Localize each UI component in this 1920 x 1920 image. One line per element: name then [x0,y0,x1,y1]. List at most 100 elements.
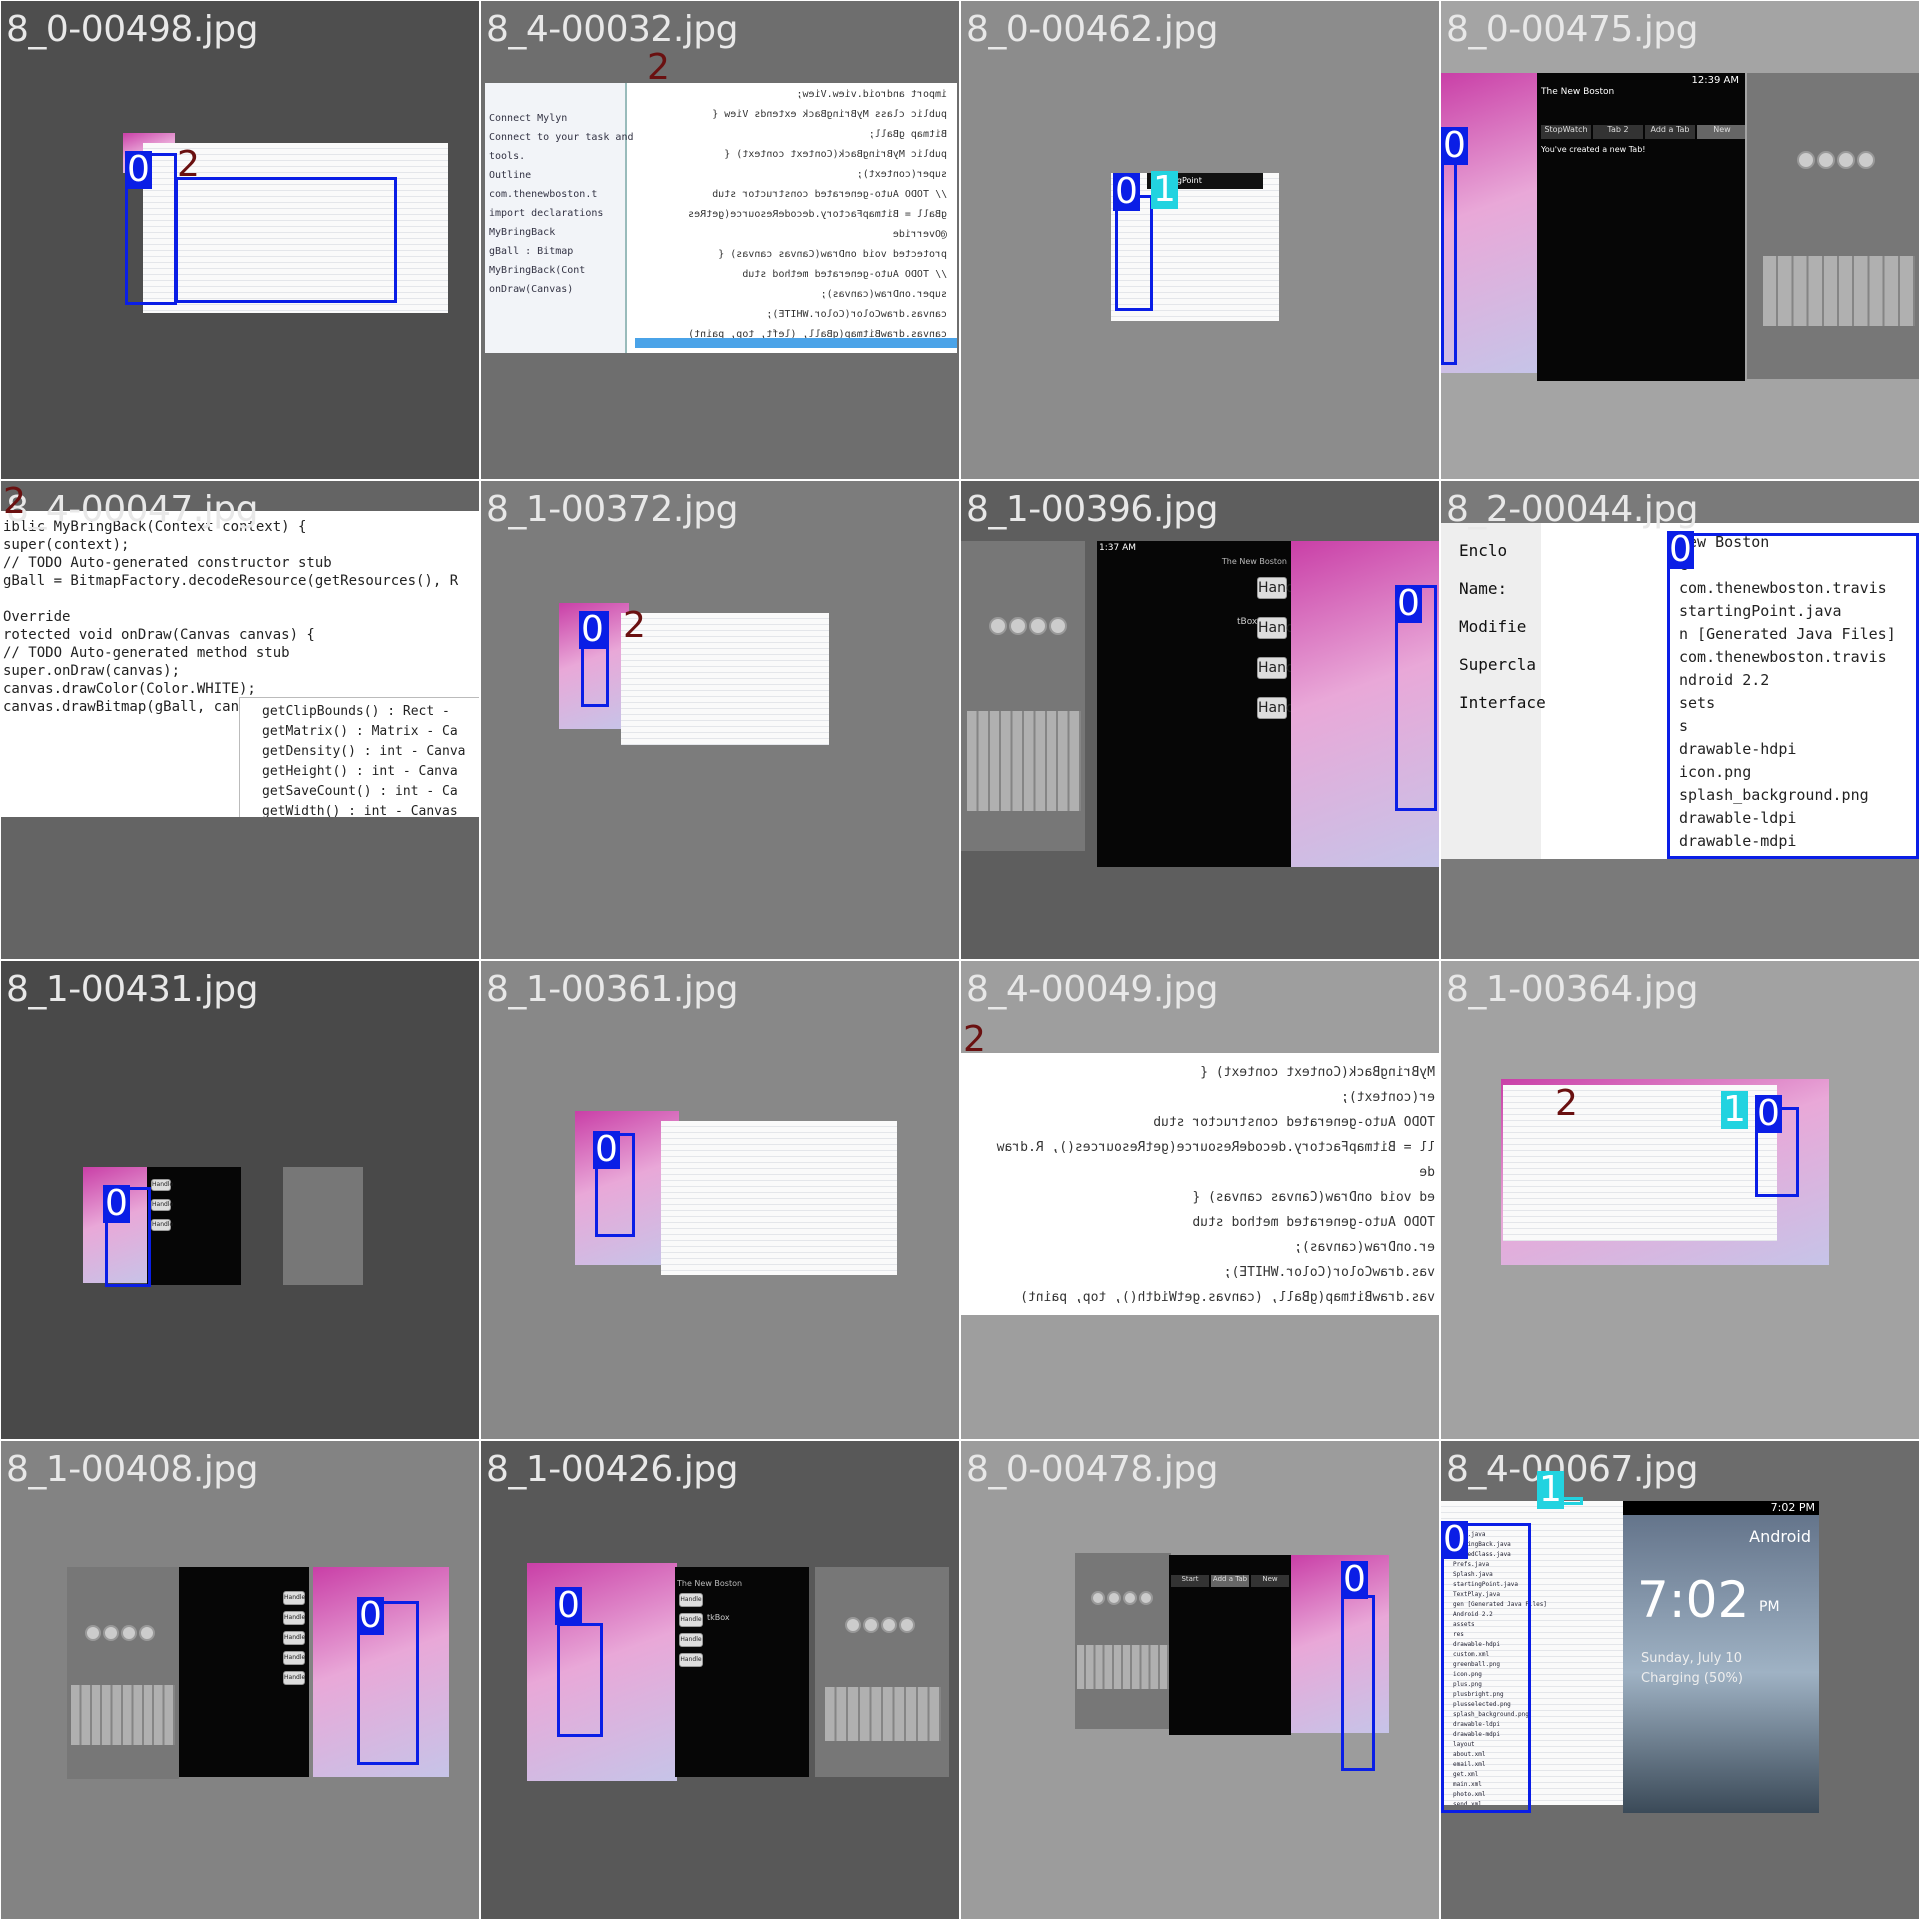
handle-button[interactable]: Handle [283,1651,305,1665]
emulator-key[interactable] [1009,617,1027,635]
form-label: Interface [1459,693,1546,712]
emulator-key[interactable] [1107,1591,1121,1605]
emulator-keyboard [825,1687,941,1741]
handle-button[interactable]: Handle [151,1179,173,1191]
emulator-key[interactable] [989,617,1007,635]
file-name: 8_1-00372.jpg [486,489,738,530]
thumbnail-cell[interactable]: 8_1-00372.jpg 0 2 [481,481,959,959]
thumbnail-cell[interactable]: 8_1-00396.jpg 1:37 AM The New Boston Handle… [961,481,1439,959]
text-box: tBox [1237,617,1258,627]
eclipse-ide-screenshot [621,613,829,745]
scrollbar[interactable] [635,338,957,348]
emulator-key[interactable] [899,1617,915,1633]
emulator-key[interactable] [85,1625,101,1641]
emulator-key[interactable] [863,1617,879,1633]
handle-button[interactable]: Handle [283,1671,305,1685]
tab[interactable]: Add a Tab [1645,125,1695,139]
box-label: 2 [3,481,26,522]
thumbnail-cell[interactable]: 8_1-00431.jpg Handle Handle Handle 0 [1,961,479,1439]
thumbnail-cell[interactable]: 8_4-00049.jpg MyBringBack(Context context… [961,961,1439,1439]
handle-button[interactable]: Handle [679,1633,703,1647]
thumbnail-cell[interactable]: 8_1-00361.jpg 0 [481,961,959,1439]
code-line: // TODO Auto-generated method stub [3,645,290,661]
thumbnail-cell[interactable]: 8_2-00044.jpg Enclo Name: Modifie Supercla In… [1441,481,1919,959]
eclipse-editor-mirrored: MyBringBack(Context context) {er(context… [961,1053,1439,1315]
code-line: // TODO Auto-generated constructor stub [712,189,947,200]
file-name: 8_1-00396.jpg [966,489,1218,530]
package-explorer-box [1441,1523,1531,1813]
code-line: onDraw(Canvas) [489,284,574,295]
code-line: Outline [489,170,532,181]
text-box: tkBox [707,1613,730,1622]
thumbnail-cell[interactable]: 8_0-00462.jpgstartingPoint01 [961,1,1439,479]
handle-button[interactable]: Handle [1257,657,1291,679]
box-label: 0 [555,1585,582,1626]
thumbnail-cell[interactable]: 8_4-00067.jpg Menu.java MyBringBack.java Op… [1441,1441,1919,1919]
package-explorer-box [1341,1595,1375,1771]
handle-button[interactable]: Handle [1257,697,1291,719]
handle-button[interactable]: Handle [151,1199,173,1211]
emulator-screen: Handle Handle Handle [147,1167,241,1285]
thumbnail-cell[interactable]: 8_4-00047.jpg iblic MyBringBack(Context c… [1,481,479,959]
emulator-key[interactable] [1139,1591,1153,1605]
handle-button[interactable]: Handle [283,1611,305,1625]
handle-button[interactable]: Handle [679,1613,703,1627]
emulator-key[interactable] [881,1617,897,1633]
code-line: MyBringBack(Cont [489,265,586,276]
emulator-key[interactable] [1857,151,1875,169]
tab-message: You've created a new Tab! [1541,145,1646,154]
box-label: 0 [1441,125,1468,166]
box-label: 1 [1721,1089,1748,1130]
emulator-key[interactable] [121,1625,137,1641]
form-label: Enclo [1459,541,1508,560]
emulator-key[interactable] [139,1625,155,1641]
eclipse-editor-screenshot: iblic MyBringBack(Context context) { sup… [1,511,479,817]
handle-button[interactable]: Handle [283,1591,305,1605]
thumbnail-cell[interactable]: 8_0-00498.jpg 0 2 [1,1,479,479]
emulator-keyboard [1077,1645,1169,1689]
handle-button[interactable]: Handle [283,1631,305,1645]
emulator-key[interactable] [1817,151,1835,169]
tab[interactable]: Start [1171,1575,1209,1587]
code-line: vas.drawBitmap(gBall, (canvas.getWidth()… [1020,1290,1435,1305]
handle-button[interactable]: Handle [679,1653,703,1667]
thumbnail-cell[interactable]: 8_0-00475.jpg 12:39 AM The New Boston StopW… [1441,1,1919,479]
emulator-key[interactable] [1797,151,1815,169]
autocomplete-popup[interactable]: getClipBounds() : Rect - getMatrix() : Ma… [239,697,479,817]
emulator-key[interactable] [1049,617,1067,635]
form-label: Modifie [1459,617,1527,636]
handle-button[interactable]: Handle [679,1593,703,1607]
emulator-key[interactable] [1029,617,1047,635]
lock-time: 7:02 [1637,1571,1750,1629]
thumbnail-cell[interactable]: 8_1-00364.jpg 2 1 0 [1441,961,1919,1439]
tab[interactable]: Add a Tab [1211,1575,1249,1587]
thumbnail-cell[interactable]: 8_0-00478.jpg Start Add a Tab New 0 [961,1441,1439,1919]
thumbnail-cell[interactable]: 8_4-00032.jpg Connect Mylyn Connect to you… [481,1,959,479]
box-label: 2 [647,47,670,88]
handle-button[interactable]: Handle [1257,577,1291,599]
code-line: Connect to your task and [489,132,634,143]
carrier: Android [1749,1527,1811,1546]
box-label: 0 [1441,1519,1468,1560]
box-label: 2 [177,144,200,185]
app-title: The New Boston [677,1579,743,1588]
tab[interactable]: New [1697,125,1745,139]
thumbnail-cell[interactable]: 8_1-00408.jpg Handle Handle Handle Handle Han… [1,1441,479,1919]
emulator-key[interactable] [1837,151,1855,169]
code-line: @Override [892,229,947,240]
code-line: rotected void onDraw(Canvas canvas) { [3,627,315,643]
emulator-key[interactable] [1091,1591,1105,1605]
emulator-key[interactable] [845,1617,861,1633]
eclipse-editor-mirrored: Connect Mylyn Connect to your task and too… [485,83,957,353]
box-label: 0 [1755,1093,1782,1134]
thumbnail-cell[interactable]: 8_1-00426.jpg The New Boston Handle Handle H… [481,1441,959,1919]
emulator-key[interactable] [1123,1591,1137,1605]
tab[interactable]: New [1251,1575,1289,1587]
tab[interactable]: Tab 2 [1593,125,1643,139]
status-time: 7:02 PM [1770,1501,1815,1514]
emulator-key[interactable] [103,1625,119,1641]
box-label: 0 [579,609,606,650]
tab[interactable]: StopWatch [1541,125,1591,139]
handle-button[interactable]: Handle [151,1219,173,1231]
handle-button[interactable]: Handle [1257,617,1291,639]
